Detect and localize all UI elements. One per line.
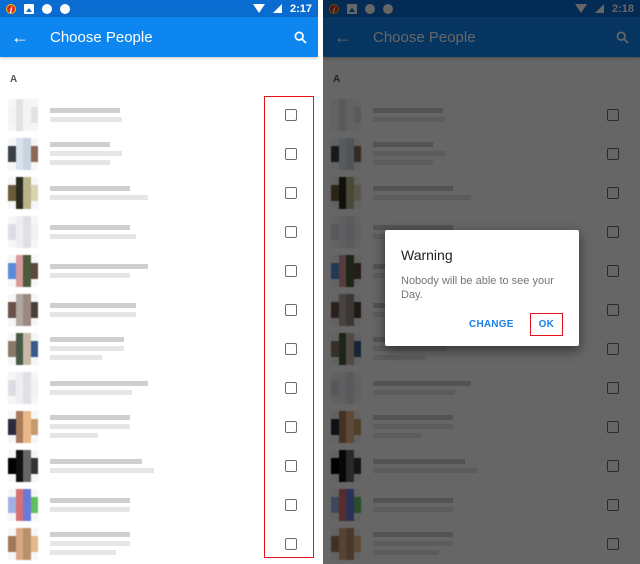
contact-name-redacted (50, 337, 124, 360)
avatar (8, 176, 38, 209)
contact-checkbox[interactable] (285, 186, 297, 199)
avatar (8, 449, 38, 482)
contact-name-redacted (50, 302, 136, 317)
avatar (8, 332, 38, 365)
search-button[interactable] (282, 31, 318, 44)
contact-name-redacted (50, 415, 130, 438)
signal-icon (272, 4, 282, 13)
contact-list (0, 95, 318, 563)
page-title: Choose People (50, 28, 153, 46)
back-button[interactable]: ← (0, 27, 40, 48)
contact-name-redacted (50, 185, 148, 200)
avatar (8, 371, 38, 404)
contact-row[interactable] (0, 407, 318, 446)
app-notification-icon: i (6, 3, 16, 15)
contact-checkbox[interactable] (285, 498, 297, 511)
contact-name-redacted (50, 107, 122, 122)
status-bar: i 2:17 (0, 0, 318, 17)
contact-checkbox[interactable] (285, 264, 297, 277)
app-bar: ← Choose People (0, 17, 318, 57)
avatar (8, 527, 38, 560)
avatar (8, 98, 38, 131)
wifi-icon (252, 4, 265, 13)
contact-checkbox[interactable] (285, 147, 297, 160)
contact-name-redacted (50, 458, 154, 473)
contact-row[interactable] (0, 212, 318, 251)
change-button[interactable]: CHANGE (463, 315, 520, 334)
dialog-title: Warning (401, 247, 453, 263)
download-icon (42, 3, 52, 14)
contact-checkbox[interactable] (285, 303, 297, 316)
avatar (8, 488, 38, 521)
right-screen: i 2:18 ← Choose People A Warning Nobody … (323, 0, 640, 564)
contact-checkbox[interactable] (285, 420, 297, 433)
avatar (8, 293, 38, 326)
contact-row[interactable] (0, 329, 318, 368)
clock: 2:17 (289, 2, 312, 15)
contact-checkbox[interactable] (285, 537, 297, 550)
ok-button[interactable]: OK (529, 313, 563, 336)
contact-row[interactable] (0, 485, 318, 524)
contact-checkbox[interactable] (285, 108, 297, 121)
contact-checkbox[interactable] (285, 381, 297, 394)
contact-row[interactable] (0, 290, 318, 329)
download-icon (60, 3, 70, 14)
contact-name-redacted (50, 224, 136, 239)
dialog-message: Nobody will be able to see your Day. (401, 275, 554, 301)
image-icon (24, 3, 34, 14)
contact-name-redacted (50, 380, 148, 395)
contact-name-redacted (50, 497, 130, 512)
contact-checkbox[interactable] (285, 342, 297, 355)
contact-row[interactable] (0, 524, 318, 563)
contact-row[interactable] (0, 173, 318, 212)
avatar (8, 254, 38, 287)
contact-checkbox[interactable] (285, 459, 297, 472)
contact-row[interactable] (0, 251, 318, 290)
contact-row[interactable] (0, 368, 318, 407)
left-screen: i 2:17 ← Choose People A (0, 0, 318, 564)
avatar (8, 215, 38, 248)
warning-dialog: Warning Nobody will be able to see your … (385, 230, 579, 346)
contact-row[interactable] (0, 134, 318, 173)
avatar (8, 410, 38, 443)
arrow-left-icon: ← (11, 26, 29, 47)
avatar (8, 137, 38, 170)
contact-checkbox[interactable] (285, 225, 297, 238)
contact-name-redacted (50, 532, 130, 555)
contact-row[interactable] (0, 446, 318, 485)
search-icon (294, 31, 307, 44)
contact-name-redacted (50, 142, 122, 165)
section-header: A (10, 74, 18, 85)
contact-row[interactable] (0, 95, 318, 134)
contact-name-redacted (50, 263, 148, 278)
